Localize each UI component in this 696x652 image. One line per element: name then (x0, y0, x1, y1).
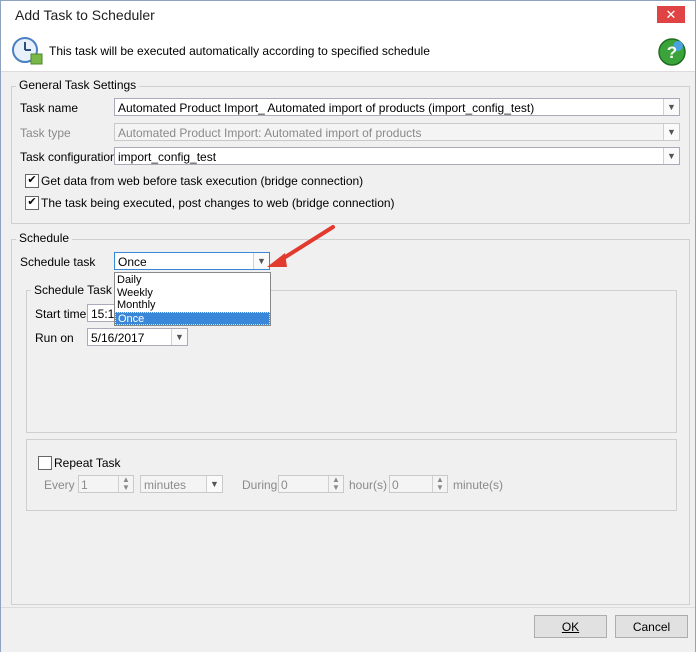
stepper-arrows-icon: ▲ ▼ (432, 476, 447, 492)
help-icon[interactable]: ? (657, 37, 687, 67)
task-name-combo[interactable]: Automated Product Import_ Automated impo… (114, 98, 680, 116)
scheduler-dialog: Add Task to Scheduler ✕ This task will b… (0, 0, 696, 652)
task-type-combo: Automated Product Import: Automated impo… (114, 123, 680, 141)
stepper-arrows-icon: ▲ ▼ (118, 476, 133, 492)
interval-unit-combo: minutes ▼ (140, 475, 223, 493)
every-stepper: 1 ▲ ▼ (78, 475, 134, 493)
stepper-arrows-icon: ▲ ▼ (328, 476, 343, 492)
repeat-task-label: Repeat Task (54, 456, 121, 470)
ok-button[interactable]: OK (534, 615, 607, 638)
clock-icon (12, 37, 43, 65)
minutes-value: 0 (392, 478, 399, 492)
post-changes-checkbox[interactable]: ✔ (25, 196, 39, 210)
hours-value: 0 (281, 478, 288, 492)
post-changes-label: The task being executed, post changes to… (41, 196, 395, 210)
repeat-task-checkbox[interactable] (38, 456, 52, 470)
task-name-value: Automated Product Import_ Automated impo… (118, 101, 535, 115)
chevron-down-icon: ▼ (206, 476, 222, 492)
hours-stepper: 0 ▲ ▼ (278, 475, 344, 493)
schedule-task-label: Schedule task (20, 255, 96, 269)
general-settings-legend: General Task Settings (16, 78, 140, 92)
dropdown-option-once[interactable]: Once (115, 312, 270, 325)
task-type-value: Automated Product Import: Automated impo… (118, 126, 422, 140)
every-value: 1 (81, 478, 88, 492)
minutes-stepper: 0 ▲ ▼ (389, 475, 448, 493)
ok-label: OK (561, 620, 580, 634)
dropdown-option-monthly[interactable]: Monthly (115, 299, 270, 312)
chevron-down-icon[interactable]: ▼ (663, 99, 679, 115)
minutes-label: minute(s) (453, 478, 504, 492)
run-on-label: Run on (35, 331, 74, 345)
title-bar: Add Task to Scheduler ✕ (1, 1, 695, 29)
chevron-down-icon[interactable]: ▼ (663, 148, 679, 164)
schedule-legend: Schedule (16, 231, 73, 245)
start-time-value: 15:1 (91, 307, 115, 321)
close-button[interactable]: ✕ (657, 6, 685, 23)
cancel-button[interactable]: Cancel (615, 615, 688, 638)
interval-unit-value: minutes (144, 478, 187, 492)
hours-label: hour(s) (349, 478, 388, 492)
task-config-value: import_config_test (118, 150, 217, 164)
start-time-label: Start time (35, 307, 87, 321)
schedule-task-dropdown[interactable]: Daily Weekly Monthly Once (114, 272, 271, 326)
schedule-task-value: Once (118, 255, 147, 269)
dropdown-option-daily[interactable]: Daily (115, 274, 270, 287)
chevron-down-icon[interactable]: ▼ (171, 329, 187, 345)
task-type-label: Task type (20, 126, 71, 140)
get-data-label: Get data from web before task execution … (41, 174, 364, 188)
schedule-task-combo[interactable]: Once ▼ (114, 252, 270, 270)
task-config-label: Task configuration (20, 150, 117, 164)
window-title: Add Task to Scheduler (15, 7, 155, 23)
chevron-down-icon: ▼ (663, 124, 679, 140)
info-text: This task will be executed automatically… (49, 44, 430, 58)
info-banner: This task will be executed automatically… (1, 29, 695, 72)
run-on-value: 5/16/2017 (91, 331, 145, 345)
during-label: During (242, 478, 278, 492)
every-label: Every (44, 478, 75, 492)
get-data-checkbox[interactable]: ✔ (25, 174, 39, 188)
run-on-date-picker[interactable]: 5/16/2017 ▼ (87, 328, 188, 346)
annotation-arrow-icon (267, 225, 335, 267)
task-config-combo[interactable]: import_config_test ▼ (114, 147, 680, 165)
task-name-label: Task name (20, 101, 79, 115)
svg-text:?: ? (667, 43, 677, 62)
